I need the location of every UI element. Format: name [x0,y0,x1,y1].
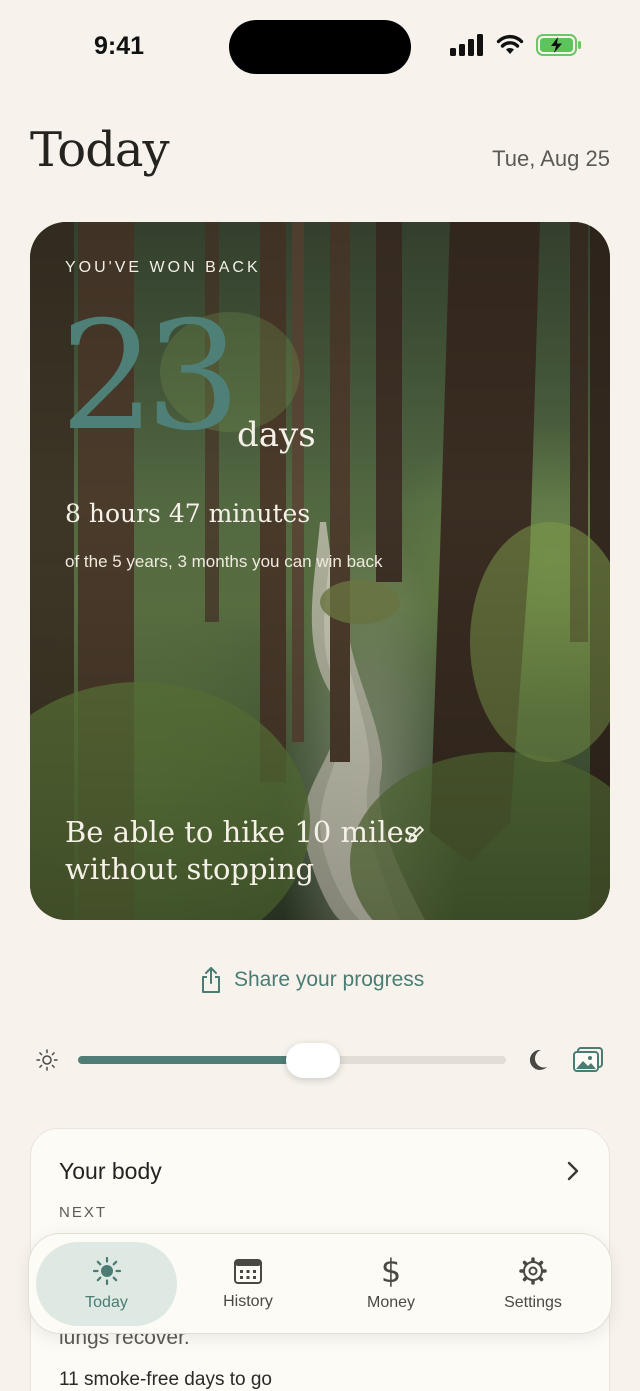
battery-charging-icon [536,34,581,56]
your-body-title: Your body [59,1158,162,1184]
share-progress-button[interactable]: Share your progress [200,966,424,994]
tab-today[interactable]: Today [36,1242,177,1326]
total-caption: of the 5 years, 3 months you can win bac… [65,552,383,571]
milestone-countdown: 11 smoke-free days to go [59,1369,272,1390]
dynamic-island [229,20,411,74]
edit-goal-icon[interactable] [406,824,426,844]
tab-settings[interactable]: Settings [470,1242,596,1326]
page-title: Today [30,122,170,178]
dollar-icon: $ [380,1252,402,1290]
image-dim-slider-fill [78,1056,313,1064]
tab-history-label: History [223,1293,273,1310]
tab-history[interactable]: History [185,1242,311,1326]
photo-icon[interactable] [572,1046,604,1074]
calendar-icon [234,1259,262,1284]
tab-today-label: Today [85,1294,128,1311]
tab-money-label: Money [366,1294,416,1311]
sun-icon [92,1256,121,1286]
gear-icon [519,1257,547,1285]
signal-icon [450,34,483,56]
days-unit-label: days [237,415,316,455]
sun-small-icon [36,1049,58,1071]
wifi-icon [496,34,524,54]
share-label: Share your progress [234,968,425,991]
share-icon [202,967,220,993]
hero-eyebrow: YOU'VE WON BACK [65,259,261,276]
tab-settings-label: Settings [504,1294,562,1311]
status-icons [450,34,582,56]
moon-icon [529,1049,547,1070]
progress-hero-card[interactable]: YOU'VE WON BACK 23 days 8 hours 47 minut… [30,222,610,920]
next-label: NEXT [59,1204,108,1221]
page-date: Tue, Aug 25 [492,146,610,171]
image-dim-slider-thumb[interactable] [285,1043,340,1078]
hours-minutes-label: 8 hours 47 minutes [65,499,311,528]
tab-money[interactable]: $ Money [328,1242,454,1326]
chevron-right-icon[interactable] [566,1160,580,1182]
status-time: 9:41 [94,32,145,60]
days-won-number: 23 [60,290,241,464]
goal-text: Be able to hike 10 miles without stoppin… [65,815,419,886]
